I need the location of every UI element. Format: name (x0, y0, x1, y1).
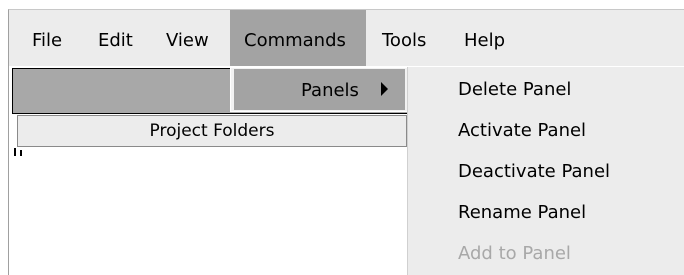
deactivate-panel-item[interactable]: Deactivate Panel (458, 152, 610, 192)
tree-line (20, 150, 22, 156)
menu-view[interactable]: View (152, 10, 223, 66)
menu-bar: File Edit View Commands Tools Help (9, 10, 684, 66)
menu-tools[interactable]: Tools (368, 10, 440, 66)
panels-submenu: Delete Panel Activate Panel Deactivate P… (408, 67, 684, 275)
activate-panel-item[interactable]: Activate Panel (458, 111, 586, 151)
menu-edit[interactable]: Edit (84, 10, 147, 66)
panels-menu-label: Panels (301, 80, 359, 101)
menu-file[interactable]: File (18, 10, 76, 66)
rename-panel-item[interactable]: Rename Panel (458, 193, 586, 233)
submenu-arrow-icon (381, 82, 388, 96)
commands-menu: Panels (230, 67, 408, 112)
menu-commands[interactable]: Commands (230, 10, 366, 66)
add-to-panel-item: Add to Panel (458, 243, 571, 264)
menu-help[interactable]: Help (450, 10, 519, 66)
project-folders-tree[interactable] (14, 148, 408, 156)
project-folders-header[interactable]: Project Folders (17, 115, 407, 147)
delete-panel-item[interactable]: Delete Panel (458, 70, 571, 110)
